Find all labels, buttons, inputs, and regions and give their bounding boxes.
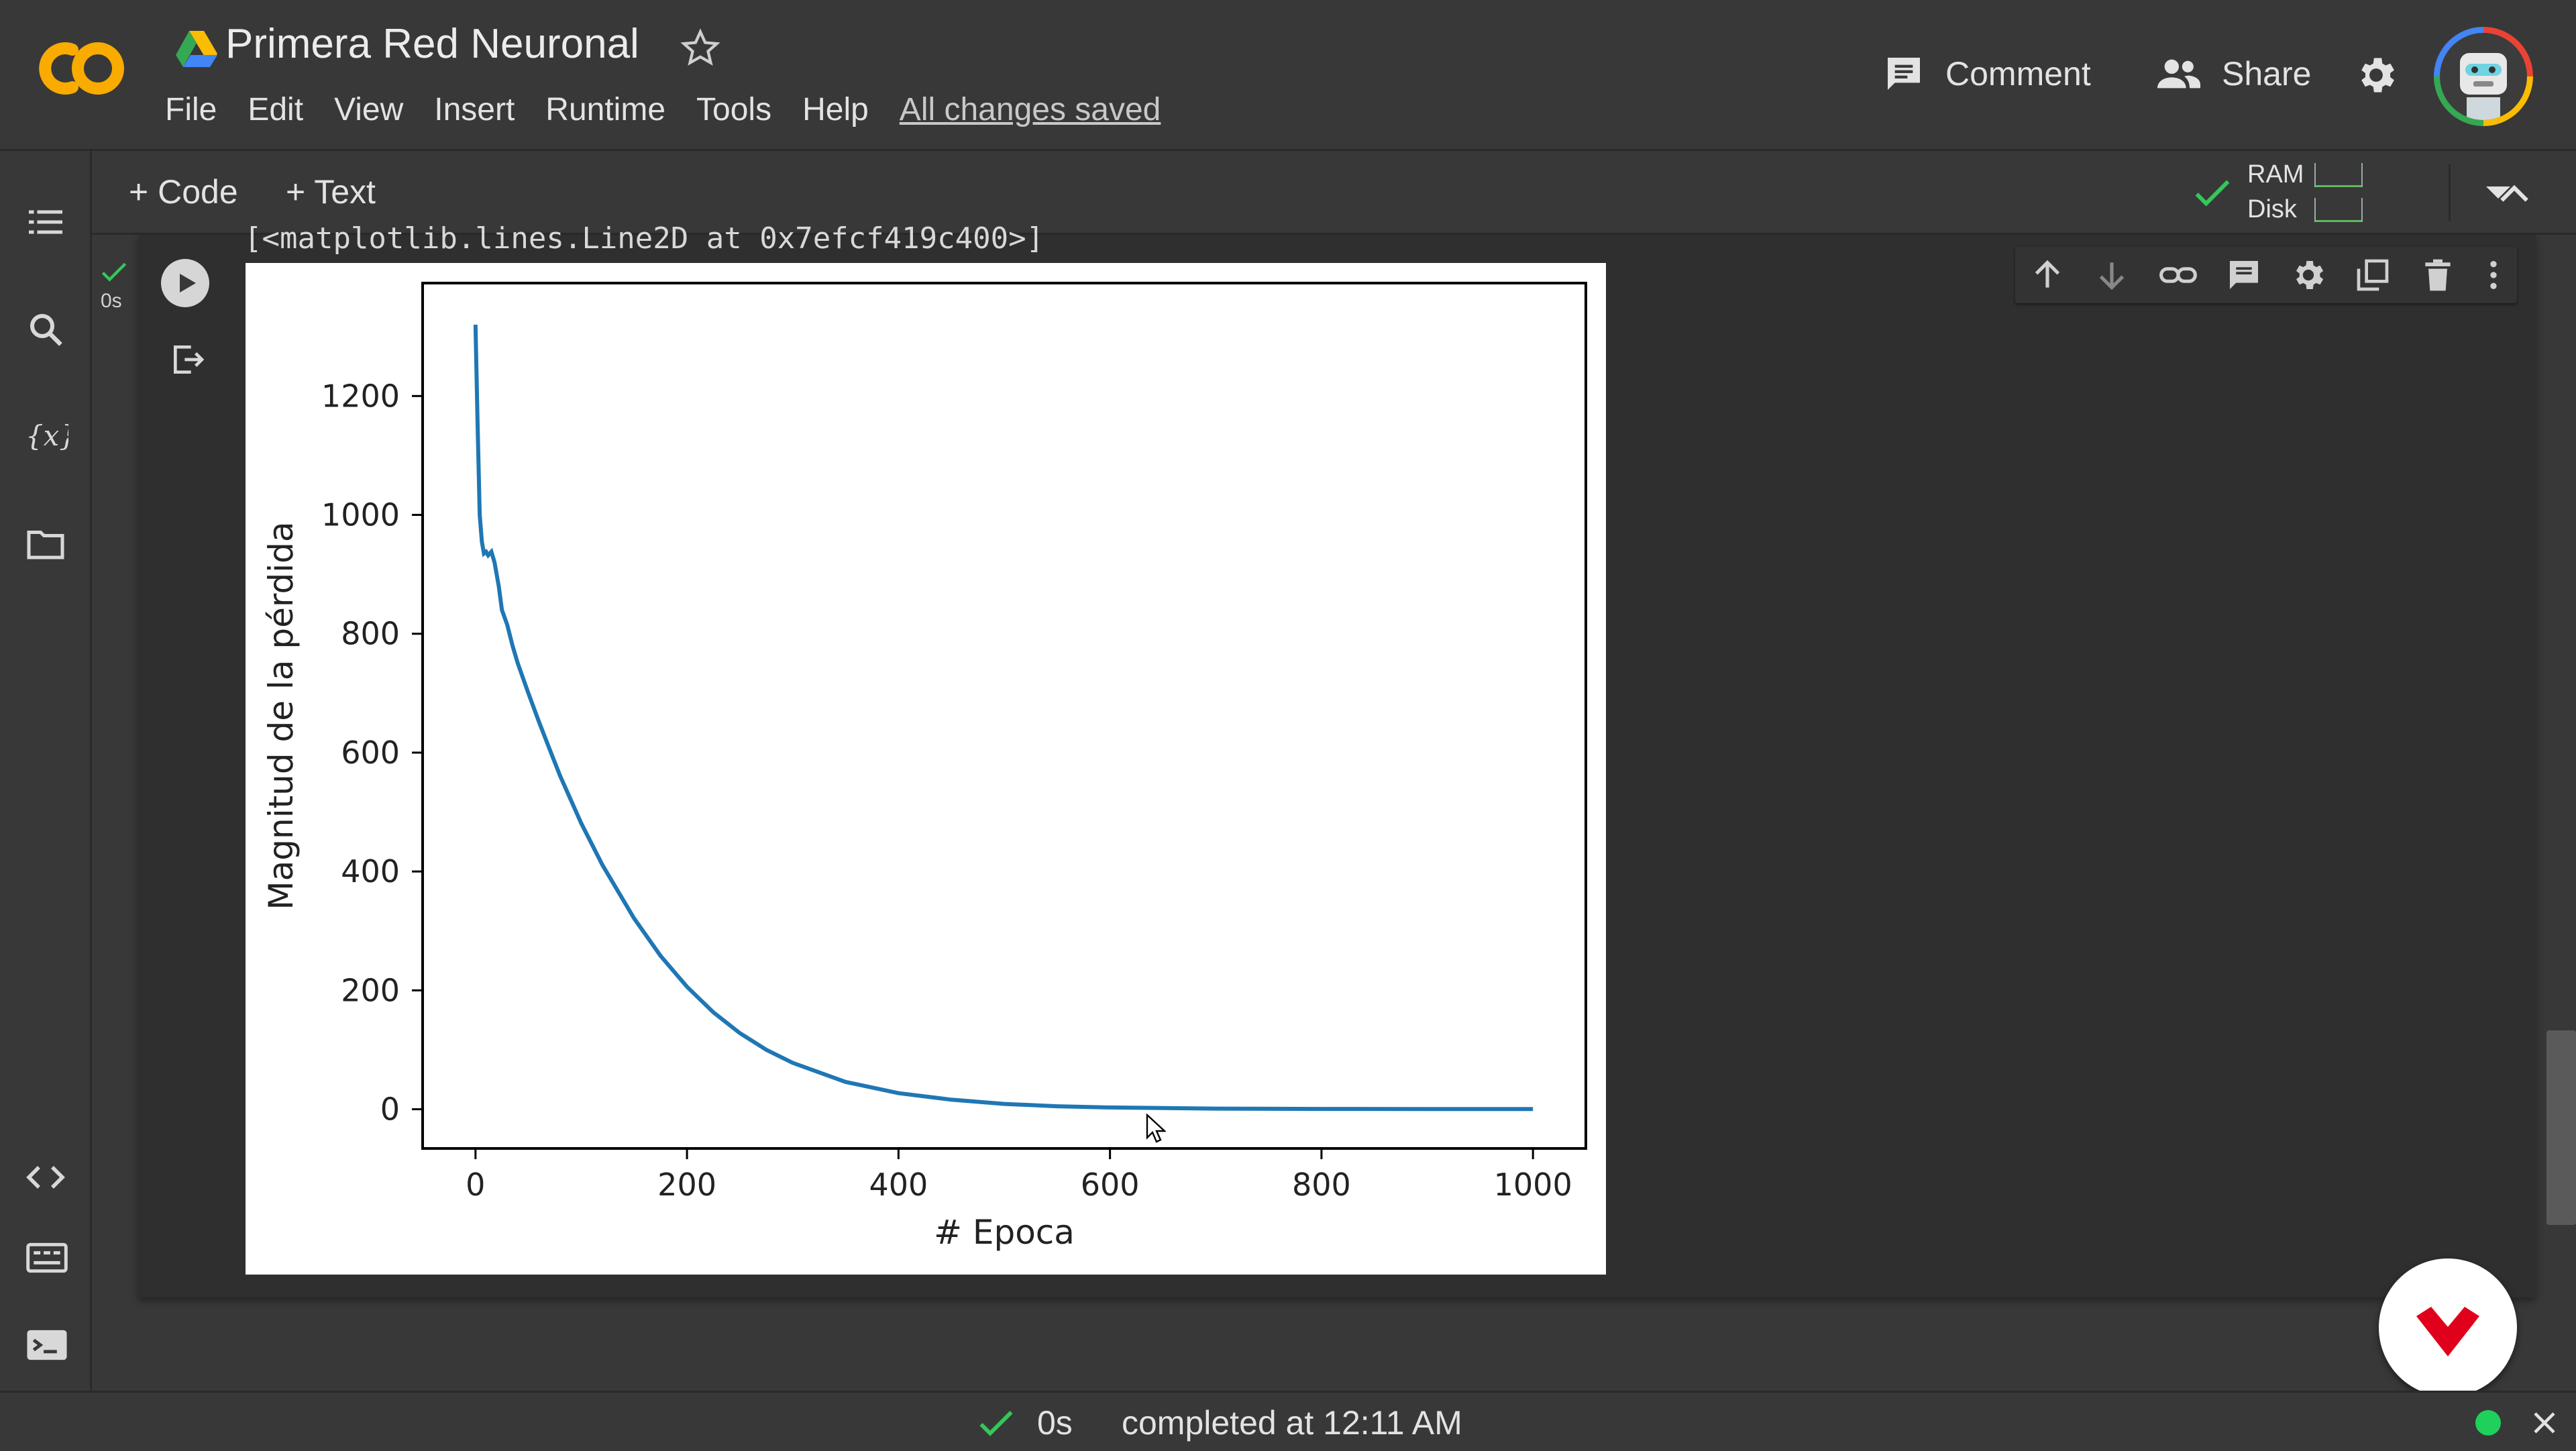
comment-label: Comment (1945, 55, 2091, 93)
y-tick-label: 1000 (321, 497, 400, 533)
share-label: Share (2222, 55, 2312, 93)
y-tick-label: 1200 (321, 378, 400, 414)
vertical-scrollbar[interactable] (2546, 1030, 2576, 1225)
share-button[interactable]: Share (2155, 52, 2311, 95)
loss-chart: 0 200 400 600 800 1000 020040060080010001200 … (262, 282, 1587, 1252)
x-tick-label: 200 (657, 1167, 716, 1203)
execution-check-icon (101, 260, 127, 283)
cell-output-text: [<matplotlib.lines.Line2D at 0x7efcf419c… (244, 221, 1044, 256)
menu-help[interactable]: Help (802, 91, 869, 128)
output-actions-icon[interactable] (169, 341, 207, 378)
people-icon (2155, 52, 2222, 95)
code-snippets-icon[interactable] (25, 1157, 66, 1197)
add-code-button[interactable]: + Code (129, 172, 238, 211)
axes-frame (421, 282, 1587, 1150)
comment-button[interactable]: Comment (1882, 52, 2091, 95)
x-tick-label: 1000 (1494, 1167, 1572, 1203)
menu-view[interactable]: View (334, 91, 403, 128)
x-tick-label: 400 (869, 1167, 928, 1203)
terminal-icon[interactable] (25, 1325, 68, 1365)
variables-icon[interactable]: {x} (25, 415, 68, 455)
comment-icon (1882, 52, 1945, 95)
left-sidebar: {x} (0, 151, 92, 1392)
comment-icon[interactable] (2225, 256, 2263, 294)
run-cell-button[interactable] (161, 259, 209, 307)
loss-series-line (473, 324, 1534, 1112)
y-tick-label: 0 (380, 1091, 400, 1128)
y-axis-label: Magnitud de la pérdida (262, 521, 301, 910)
x-axis-label: # Epoca (934, 1213, 1075, 1252)
floating-logo-button[interactable] (2379, 1258, 2517, 1397)
cell-gutter (91, 235, 138, 1297)
svg-text:{x}: {x} (25, 419, 68, 452)
more-icon[interactable] (2483, 256, 2504, 294)
add-text-button[interactable]: + Text (286, 172, 376, 211)
execution-time: 0s (101, 290, 122, 312)
toc-icon[interactable] (25, 202, 66, 242)
x-tick-label: 600 (1081, 1167, 1140, 1203)
x-tick-label: 800 (1292, 1167, 1351, 1203)
notebook-title[interactable]: Primera Red Neuronal (225, 20, 639, 68)
mirror-cell-icon[interactable] (2354, 256, 2392, 294)
menu-tools[interactable]: Tools (696, 91, 771, 128)
status-bar: 0s completed at 12:11 AM (0, 1391, 2576, 1451)
y-tick-label: 200 (341, 972, 400, 1008)
y-tick-label: 800 (341, 616, 400, 652)
chevron-up-icon[interactable] (2496, 176, 2533, 209)
settings-gear-icon[interactable] (2353, 52, 2399, 98)
mouse-cursor-icon (1146, 1114, 1166, 1143)
menu-bar: File Edit View Insert Runtime Tools Help… (165, 91, 1191, 128)
brand-logo-icon (2416, 1307, 2479, 1356)
close-icon[interactable] (2530, 1409, 2559, 1437)
y-tick-label: 600 (341, 735, 400, 771)
disk-label[interactable]: Disk (2247, 195, 2297, 224)
user-avatar[interactable] (2434, 27, 2533, 126)
command-palette-icon[interactable] (25, 1238, 68, 1278)
google-drive-icon[interactable] (176, 30, 217, 67)
menu-edit[interactable]: Edit (248, 91, 303, 128)
star-icon[interactable] (679, 27, 722, 70)
menu-runtime[interactable]: Runtime (545, 91, 665, 128)
disk-meter[interactable] (2314, 198, 2363, 222)
save-status-link[interactable]: All changes saved (900, 91, 1161, 128)
menu-file[interactable]: File (165, 91, 217, 128)
menu-insert[interactable]: Insert (434, 91, 515, 128)
ram-label[interactable]: RAM (2247, 160, 2304, 189)
play-icon (180, 274, 196, 292)
status-message: completed at 12:11 AM (1122, 1404, 1462, 1442)
x-tick-label: 0 (466, 1167, 485, 1203)
ram-meter[interactable] (2314, 163, 2363, 187)
connection-status-dot (2475, 1410, 2501, 1436)
connected-check-icon (2194, 176, 2231, 209)
move-down-icon[interactable] (2093, 256, 2131, 294)
settings-icon[interactable] (2290, 256, 2327, 294)
status-check-icon (978, 1407, 1014, 1438)
loss-plot: 0 200 400 600 800 1000 0 200 400 600 800 1000 1200 … (246, 263, 1606, 1275)
status-duration: 0s (1037, 1404, 1073, 1442)
toolbar-divider (2449, 164, 2451, 221)
move-up-icon[interactable] (2029, 256, 2066, 294)
folder-icon[interactable] (25, 524, 66, 564)
y-tick-label: 400 (341, 853, 400, 890)
cell-toolbar (2015, 247, 2517, 303)
link-icon[interactable] (2158, 256, 2198, 294)
search-icon[interactable] (25, 309, 66, 350)
colab-logo[interactable] (31, 35, 131, 102)
delete-icon[interactable] (2419, 256, 2457, 294)
